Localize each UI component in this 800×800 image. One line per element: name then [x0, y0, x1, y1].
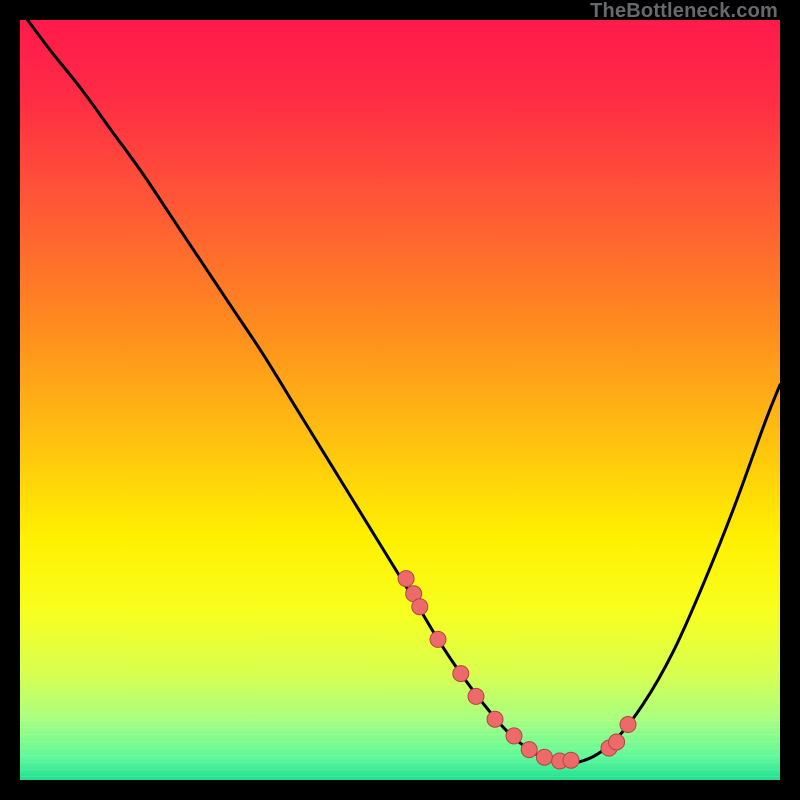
- chart-svg: [20, 20, 780, 780]
- data-point: [487, 711, 503, 727]
- data-point: [536, 749, 552, 765]
- band-line: [20, 755, 780, 756]
- band-line: [20, 748, 780, 749]
- data-point: [506, 728, 522, 744]
- band-line: [20, 762, 780, 763]
- data-point: [620, 717, 636, 733]
- data-point: [412, 599, 428, 615]
- data-point: [563, 752, 579, 768]
- band-line: [20, 727, 780, 728]
- data-point: [468, 688, 484, 704]
- band-line: [20, 776, 780, 777]
- band-line: [20, 720, 780, 721]
- data-point: [398, 571, 414, 587]
- band-line: [20, 713, 780, 714]
- chart-plot: [20, 20, 780, 780]
- band-line: [20, 741, 780, 742]
- data-point: [521, 742, 537, 758]
- band-line: [20, 734, 780, 735]
- data-point: [453, 666, 469, 682]
- chart-frame: TheBottleneck.com: [0, 0, 800, 800]
- data-point: [430, 631, 446, 647]
- data-point: [609, 734, 625, 750]
- band-line: [20, 769, 780, 770]
